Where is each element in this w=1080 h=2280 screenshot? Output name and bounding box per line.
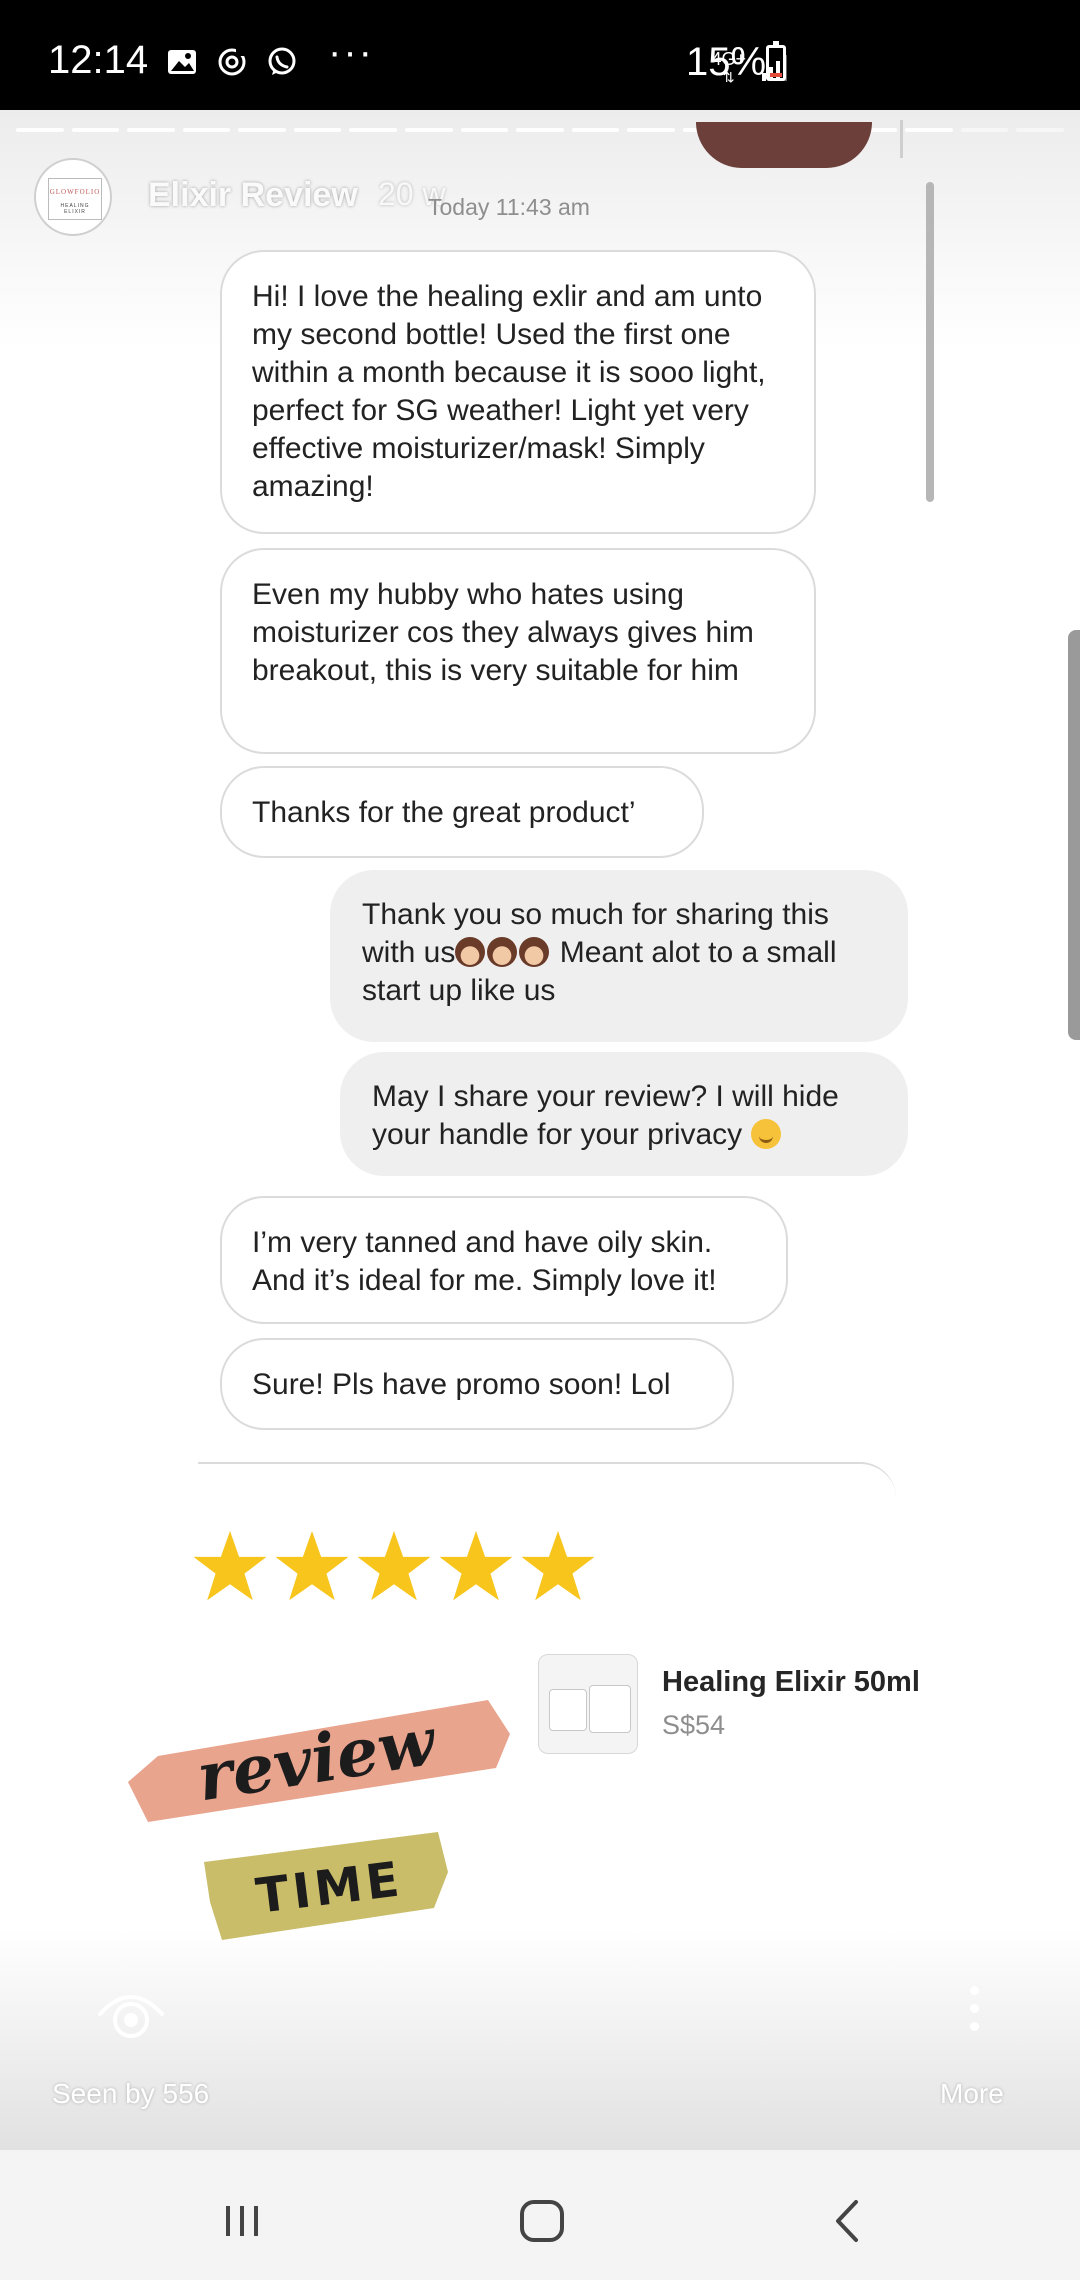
story-progress-segment: [516, 128, 564, 132]
avatar-logo-subtext: HEALING ELIXIR: [60, 203, 90, 215]
more-notifications: ···: [328, 30, 374, 74]
jar-icon: [589, 1685, 631, 1733]
back-icon[interactable]: [818, 2190, 878, 2250]
story-progress-segment: [127, 128, 175, 132]
star-icon: [357, 1531, 431, 1601]
story-progress-segment: [905, 128, 953, 132]
story-view[interactable]: GLOWFOLIO HEALING ELIXIR Elixir Review 2…: [0, 110, 1080, 2150]
avatar[interactable]: GLOWFOLIO HEALING ELIXIR: [34, 158, 112, 236]
dot: [969, 2022, 979, 2031]
notification-icons: [166, 46, 298, 78]
more-button[interactable]: More: [940, 2078, 1004, 2110]
cropped-bubble-edge: [198, 1462, 896, 1498]
home-icon[interactable]: [512, 2190, 572, 2250]
dot: [969, 2004, 979, 2013]
message-bubble-received: Hi! I love the healing exlir and am unto…: [220, 250, 816, 534]
message-bubble-received: Even my hubby who hates using moisturize…: [220, 548, 816, 754]
seen-eye-icon[interactable]: [96, 1982, 166, 2042]
star-rating: [192, 1528, 596, 1604]
message-bubble-sent: Thank you so much for sharing this with …: [330, 870, 908, 1042]
navigation-bar: [0, 2150, 1080, 2280]
battery-percent: 15%: [686, 40, 767, 84]
story-progress: [16, 128, 1064, 132]
story-progress-segment: [182, 128, 231, 132]
avatar-logo-frame: GLOWFOLIO HEALING ELIXIR: [48, 178, 102, 220]
jar-icon: [549, 1689, 587, 1731]
story-progress-segment: [71, 128, 120, 132]
avatar-logo-text: GLOWFOLIO: [49, 188, 101, 196]
star-icon: [275, 1531, 349, 1601]
seen-by-count[interactable]: Seen by 556: [52, 2078, 209, 2110]
story-progress-segment: [293, 128, 342, 132]
gallery-icon: [168, 50, 196, 74]
product-thumbnail: [538, 1654, 638, 1754]
girl-emoji-icon: [519, 937, 550, 967]
screenshot-scrollbar: [926, 182, 934, 502]
message-bubble-received: Thanks for the great product’: [220, 766, 704, 858]
battery-level: [770, 72, 782, 77]
message-bubble-received: Sure! Pls have promo soon! Lol: [220, 1338, 734, 1430]
product-tag[interactable]: Healing Elixir 50ml S$54: [538, 1654, 1058, 1764]
cropped-divider: [900, 120, 903, 158]
smile-emoji-icon: [750, 1119, 781, 1149]
more-vertical-icon[interactable]: [968, 1986, 980, 2036]
star-icon: [193, 1531, 267, 1601]
story-progress-segment: [571, 128, 620, 132]
story-progress-segment: [460, 128, 509, 132]
star-icon: [439, 1531, 513, 1601]
story-progress-segment: [1016, 128, 1064, 132]
cropped-image-top: [696, 122, 872, 168]
story-progress-segment: [349, 128, 398, 132]
story-progress-segment: [627, 128, 675, 132]
recent-apps-icon[interactable]: [212, 2190, 272, 2250]
dot: [969, 1986, 979, 1995]
story-progress-segment: [960, 128, 1009, 132]
product-price: S$54: [662, 1710, 726, 1740]
edge-panel-handle[interactable]: [1068, 630, 1080, 1040]
review-time-sticker: review TIME: [128, 1700, 510, 1940]
status-time: 12:14: [48, 38, 149, 82]
battery-icon: [766, 41, 786, 81]
sticker-word-review: review: [192, 1702, 442, 1817]
product-name[interactable]: Healing Elixir 50ml: [662, 1666, 920, 1699]
chat-timestamp: Today 11:43 am: [428, 194, 590, 220]
sync-icon: [218, 48, 246, 76]
star-icon: [521, 1531, 595, 1601]
status-bar: 12:14 ··· 4G+ ⇅ 15%: [0, 0, 1080, 110]
story-progress-segment: [238, 128, 286, 132]
message-bubble-received: I’m very tanned and have oily skin. And …: [220, 1196, 788, 1324]
account-name[interactable]: Elixir Review: [148, 176, 358, 215]
girl-emoji-icon: [455, 937, 486, 967]
message-bubble-sent: May I share your review? I will hide you…: [340, 1052, 908, 1176]
girl-emoji-icon: [487, 937, 518, 967]
story-progress-segment: [405, 128, 453, 132]
whatsapp-icon: [268, 47, 296, 75]
story-progress-segment: [16, 128, 64, 132]
